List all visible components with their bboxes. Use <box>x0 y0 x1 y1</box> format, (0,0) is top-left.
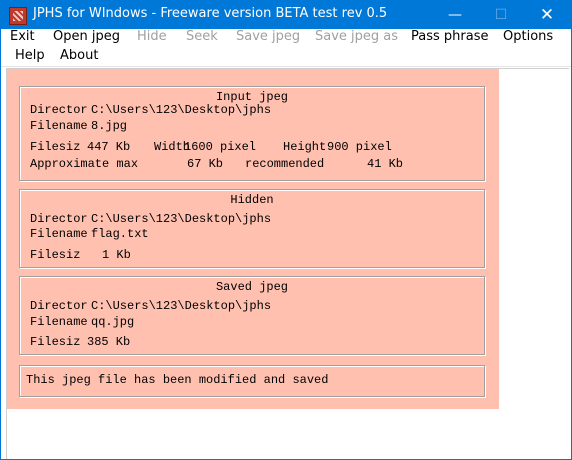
app-icon[interactable] <box>9 7 27 25</box>
input-directory-label: Director <box>30 103 88 117</box>
hidden-directory-value: C:\Users\123\Desktop\jphs <box>91 212 272 226</box>
saved-jpeg-group: Saved jpeg Director C:\Users\123\Desktop… <box>19 276 485 355</box>
menu-bar: Exit Open jpeg Hide Seek Save jpeg Save … <box>1 29 571 67</box>
input-filename-value: 8.jpg <box>91 119 128 133</box>
title-bar[interactable]: JPHS for WIndows - Freeware version BETA… <box>1 1 571 29</box>
input-jpeg-title: Input jpeg <box>215 90 288 104</box>
menu-exit[interactable]: Exit <box>10 29 35 44</box>
saved-jpeg-title: Saved jpeg <box>215 280 288 294</box>
input-filesize-value: 447 Kb <box>87 140 131 154</box>
app-window: JPHS for WIndows - Freeware version BETA… <box>0 0 572 460</box>
input-recommended-label: recommended <box>245 157 325 171</box>
menu-hide[interactable]: Hide <box>137 29 167 44</box>
menu-seek[interactable]: Seek <box>186 29 218 44</box>
info-panel: Input jpeg Director C:\Users\123\Desktop… <box>7 69 499 409</box>
hidden-title: Hidden <box>230 193 274 207</box>
input-recommended-value: 41 Kb <box>367 157 404 171</box>
menu-open-jpeg[interactable]: Open jpeg <box>53 29 120 44</box>
input-directory-value: C:\Users\123\Desktop\jphs <box>91 103 272 117</box>
menu-pass-phrase[interactable]: Pass phrase <box>411 29 488 44</box>
menu-save-jpeg-as[interactable]: Save jpeg as <box>315 29 398 44</box>
hidden-group: Hidden Director C:\Users\123\Desktop\jph… <box>19 189 485 268</box>
input-approx-value: 67 Kb <box>187 157 224 171</box>
hidden-filesize-label: Filesiz <box>30 248 81 262</box>
input-filesize-label: Filesiz <box>30 140 81 154</box>
input-width-value: 1600 pixel <box>184 140 257 154</box>
menu-about[interactable]: About <box>60 48 98 63</box>
input-height-label: Height <box>283 140 327 154</box>
menu-separator <box>1 66 571 67</box>
minimize-button[interactable]: — <box>432 1 478 29</box>
saved-filename-value: qq.jpg <box>91 315 135 329</box>
menu-save-jpeg[interactable]: Save jpeg <box>236 29 300 44</box>
status-message: This jpeg file has been modified and sav… <box>26 373 329 387</box>
saved-filename-label: Filename <box>30 315 88 329</box>
hidden-filename-label: Filename <box>30 227 88 241</box>
window-title: JPHS for WIndows - Freeware version BETA… <box>33 6 388 21</box>
input-approx-label: Approximate max <box>30 157 139 171</box>
menu-options[interactable]: Options <box>503 29 553 44</box>
input-jpeg-group: Input jpeg Director C:\Users\123\Desktop… <box>19 86 485 181</box>
saved-filesize-value: 385 Kb <box>87 335 131 349</box>
hidden-filesize-value: 1 Kb <box>102 248 131 262</box>
saved-filesize-label: Filesiz <box>30 335 81 349</box>
saved-directory-label: Director <box>30 299 88 313</box>
saved-directory-value: C:\Users\123\Desktop\jphs <box>91 299 272 313</box>
input-filename-label: Filename <box>30 119 88 133</box>
client-area: Input jpeg Director C:\Users\123\Desktop… <box>6 68 569 459</box>
status-box: This jpeg file has been modified and sav… <box>19 365 485 397</box>
menu-help[interactable]: Help <box>15 48 45 63</box>
hidden-filename-value: flag.txt <box>91 227 149 241</box>
input-height-value: 900 pixel <box>327 140 392 154</box>
hidden-directory-label: Director <box>30 212 88 226</box>
maximize-button[interactable]: ☐ <box>478 1 524 29</box>
close-button[interactable]: ✕ <box>524 1 570 29</box>
